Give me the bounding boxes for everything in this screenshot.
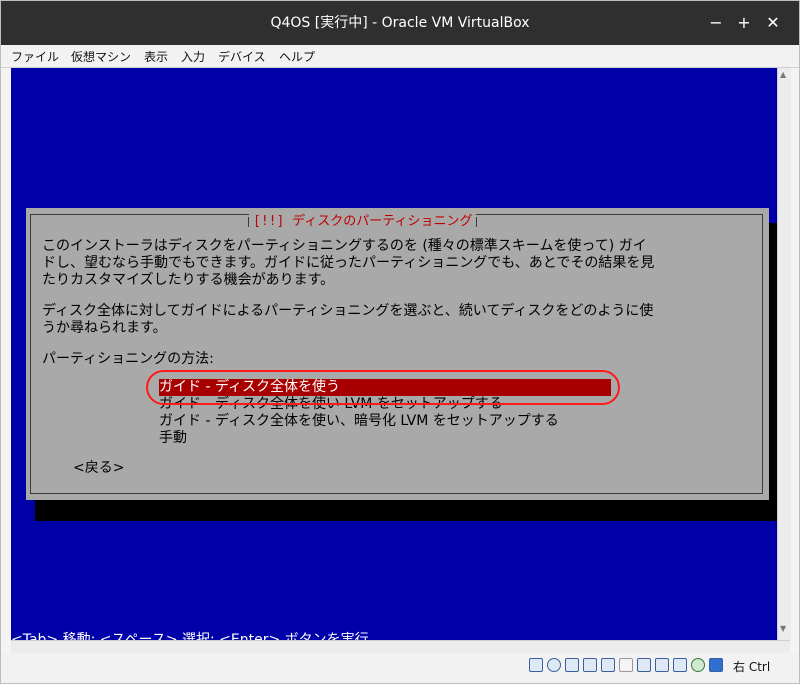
vm-screen[interactable]: [!!] ディスクのパーティショニング このインストーラはディスクをパーティショ… — [11, 68, 777, 640]
optical-drive-icon[interactable] — [547, 658, 561, 672]
horizontal-scrollbar[interactable] — [11, 640, 790, 653]
guide-line-1: ディスク全体に対してガイドによるパーティショニングを選ぶと、続いてディスクをどの… — [42, 303, 654, 319]
option-guided-encrypted-lvm[interactable]: ガイド - ディスク全体を使い、暗号化 LVM をセットアップする — [159, 413, 559, 430]
close-button[interactable]: ✕ — [764, 14, 782, 32]
scroll-down-icon[interactable]: ▼ — [780, 624, 786, 633]
menu-devices[interactable]: デバイス — [218, 48, 266, 65]
maximize-button[interactable]: + — [735, 14, 753, 32]
intro-line-2: ドし、望むなら手動でもできます。ガイドに従ったパーティショニングでも、あとでその… — [42, 255, 655, 271]
host-key-label: 右 Ctrl — [733, 660, 771, 674]
menu-machine[interactable]: 仮想マシン — [71, 48, 131, 65]
intro-line-3: たりカスタマイズしたりする機会があります。 — [42, 272, 335, 288]
usb-icon[interactable] — [601, 658, 615, 672]
network-icon[interactable] — [583, 658, 597, 672]
back-button[interactable]: <戻る> — [73, 457, 124, 477]
menu-help[interactable]: ヘルプ — [279, 48, 315, 65]
screen-capture-icon[interactable] — [655, 658, 669, 672]
method-label: パーティショニングの方法: — [42, 351, 214, 367]
intro-line-1: このインストーラはディスクをパーティショニングするのを (種々の標準スキームを使… — [42, 238, 647, 254]
title-bar[interactable]: Q4OS [実行中] - Oracle VM VirtualBox − + ✕ — [1, 1, 799, 45]
guide-line-2: うか尋ねられます。 — [42, 320, 167, 336]
title-frame-tick-right — [476, 217, 478, 227]
menu-bar: ファイル 仮想マシン 表示 入力 デバイス ヘルプ — [1, 45, 799, 68]
display-icon[interactable] — [637, 658, 651, 672]
menu-file[interactable]: ファイル — [11, 48, 59, 65]
dialog-title: [!!] ディスクのパーティショニング — [248, 213, 478, 231]
mouse-integration-icon[interactable] — [691, 658, 705, 672]
shared-folder-icon[interactable] — [619, 658, 633, 672]
status-bar: 右 Ctrl — [1, 653, 799, 683]
dialog-title-text: [!!] ディスクのパーティショニング — [253, 214, 473, 229]
minimize-button[interactable]: − — [707, 14, 725, 32]
download-icon[interactable] — [709, 658, 723, 672]
video-capture-icon[interactable] — [673, 658, 687, 672]
partition-dialog: [!!] ディスクのパーティショニング このインストーラはディスクをパーティショ… — [26, 208, 769, 500]
menu-input[interactable]: 入力 — [181, 48, 205, 65]
scroll-up-icon[interactable]: ▲ — [780, 70, 786, 79]
menu-view[interactable]: 表示 — [144, 48, 168, 65]
option-manual[interactable]: 手動 — [159, 430, 187, 447]
hard-disk-icon[interactable] — [529, 658, 543, 672]
annotation-highlight-ring — [146, 370, 620, 405]
vertical-scrollbar[interactable]: ▲ ▼ — [777, 68, 791, 640]
window-title: Q4OS [実行中] - Oracle VM VirtualBox — [270, 15, 530, 31]
audio-icon[interactable] — [565, 658, 579, 672]
title-frame-tick-left — [248, 217, 249, 227]
virtualbox-window: Q4OS [実行中] - Oracle VM VirtualBox − + ✕ … — [0, 0, 800, 684]
keyboard-help-line: <Tab> 移動; <スペース> 選択; <Enter> ボタンを実行 — [11, 632, 369, 640]
